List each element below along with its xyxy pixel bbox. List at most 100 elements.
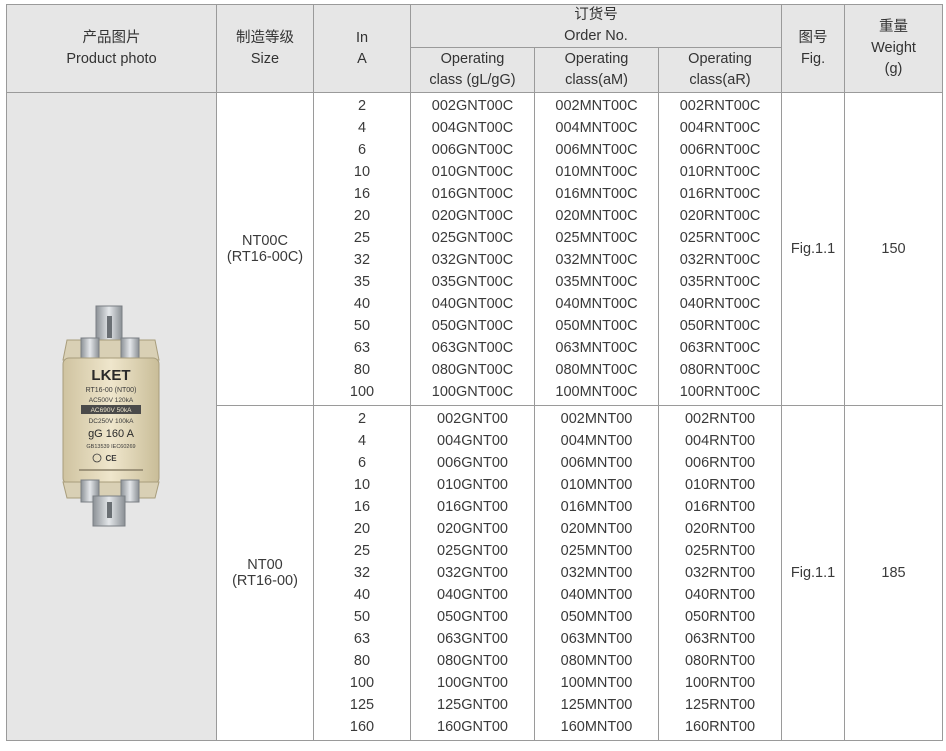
group-row-nt00c: LKET RT16-00 (NT00) AC500V 120kA AC690V … [6,92,944,741]
header-in: In A [313,4,411,93]
order-am-list: 002MNT00C 004MNT00C 006MNT00C 010MNT00C 016M… [534,92,659,406]
list-item: 100 [349,384,375,400]
list-item: 016MNT00C [555,186,638,202]
list-item: 020RNT00C [679,208,761,224]
weight-cell: 185 [844,405,944,741]
list-item: 020RNT00 [684,521,756,537]
list-item: 100 [349,675,375,691]
header-fig-cn: 图号 [798,29,828,46]
list-item: 006RNT00C [679,142,761,158]
list-item: 6 [357,142,367,158]
list-item: 032GNT00C [431,252,514,268]
list-item: 160 [349,719,375,735]
order-gl-list: 002GNT00 004GNT00 006GNT00 010GNT00 016GNT00… [410,405,535,741]
list-item: 006GNT00 [437,455,508,471]
list-item: 006MNT00C [555,142,638,158]
list-item: 100MNT00C [555,384,638,400]
current-list: 2 4 6 10 16 20 25 32 40 50 63 80 100 125 160 [313,405,411,741]
list-item: 063RNT00 [684,631,756,647]
list-item: 100RNT00 [684,675,756,691]
list-item: 080MNT00 [560,653,633,669]
header-weight-unit: (g) [884,61,903,77]
list-item: 002MNT00C [555,98,638,114]
header-class-am-line1: Operating [564,51,629,67]
list-item: 032MNT00C [555,252,638,268]
header-size-en: Size [250,50,280,67]
list-item: 004GNT00C [431,120,514,136]
fuse-product-image: LKET RT16-00 (NT00) AC500V 120kA AC690V … [61,305,160,526]
order-ar-list: 002RNT00 004RNT00 006RNT00 010RNT00 016RNT00… [657,405,783,741]
list-item: 40 [353,296,371,312]
fuse-dc-rating: DC250V 100kA [88,418,133,425]
size-label: NT00 [247,557,283,573]
list-item: 002MNT00 [560,411,633,427]
list-item: 050GNT00 [437,609,508,625]
list-item: 25 [353,543,371,559]
list-item: 002GNT00 [437,411,508,427]
list-item: 160GNT00 [437,719,508,735]
list-item: 010MNT00C [555,164,638,180]
list-item: 040MNT00 [560,587,633,603]
list-item: 016GNT00 [437,499,508,515]
list-item: 025GNT00 [437,543,508,559]
list-item: 032RNT00C [679,252,761,268]
list-item: 63 [353,631,371,647]
header-order-en: Order No. [564,28,628,44]
list-item: 020GNT00 [437,521,508,537]
list-item: 080GNT00C [431,362,514,378]
list-item: 080MNT00C [555,362,638,378]
list-item: 050GNT00C [431,318,514,334]
fuse-ac-rating: AC500V 120kA [88,397,133,404]
list-item: 4 [357,433,367,449]
list-item: 002RNT00C [679,98,761,114]
order-am-list: 002MNT00 004MNT00 006MNT00 010MNT00 016MNT00… [534,405,659,741]
header-class-am: Operating class(aM) [534,47,659,93]
list-item: 035RNT00C [679,274,761,290]
header-fig-en: Fig. [800,50,826,67]
list-item: 010RNT00 [684,477,756,493]
fuse-brand: LKET [91,367,130,384]
list-item: 2 [357,98,367,114]
list-item: 025GNT00C [431,230,514,246]
list-item: 125 [349,697,375,713]
list-item: 2 [357,411,367,427]
list-item: 002RNT00 [684,411,756,427]
list-item: 100RNT00C [679,384,761,400]
header-class-am-line2: class(aM) [565,72,628,88]
list-item: 40 [353,587,371,603]
list-item: 050RNT00 [684,609,756,625]
list-item: 16 [353,186,371,202]
weight-cell: 150 [844,92,944,406]
list-item: 050RNT00C [679,318,761,334]
list-item: 004MNT00C [555,120,638,136]
list-item: 025MNT00C [555,230,638,246]
header-class-ar-line1: Operating [688,51,752,67]
list-item: 006GNT00C [431,142,514,158]
size-cell: NT00C (RT16-00C) [216,92,314,406]
list-item: 80 [353,653,371,669]
list-item: 10 [353,477,371,493]
list-item: 100MNT00 [560,675,633,691]
header-weight-en: Weight [871,40,916,56]
list-item: 016RNT00 [684,499,756,515]
list-item: 125GNT00 [437,697,508,713]
header-class-gl-line1: Operating [440,51,505,67]
list-item: 100GNT00 [437,675,508,691]
list-item: 025MNT00 [560,543,633,559]
fuse-model: RT16-00 (NT00) [85,387,136,394]
list-item: 010MNT00 [560,477,633,493]
list-item: 040GNT00 [437,587,508,603]
list-item: 080GNT00 [437,653,508,669]
header-class-ar-line2: class(aR) [689,72,751,88]
list-item: 160MNT00 [560,719,633,735]
svg-text:CE: CE [105,454,117,463]
header-product-photo-cn: 产品图片 [82,29,141,46]
header-weight-cn: 重量 [879,19,909,35]
list-item: 004RNT00 [684,433,756,449]
list-item: 025RNT00 [684,543,756,559]
list-item: 032RNT00 [684,565,756,581]
list-item: 035GNT00C [431,274,514,290]
list-item: 080RNT00C [679,362,761,378]
list-item: 035MNT00C [555,274,638,290]
fig-cell: Fig.1.1 [781,92,846,406]
